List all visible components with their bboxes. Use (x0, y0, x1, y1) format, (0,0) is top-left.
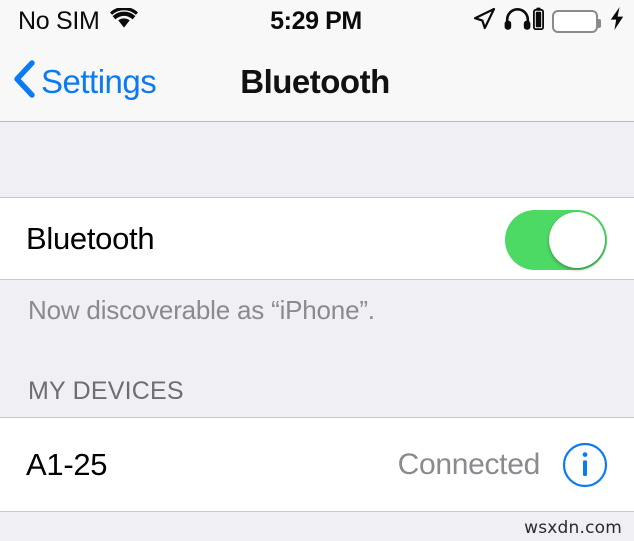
device-status-label: Connected (397, 447, 541, 481)
clock-label: 5:29 PM (270, 6, 362, 35)
bluetooth-toggle-row[interactable]: Bluetooth (0, 198, 634, 280)
chevron-left-icon (12, 59, 36, 104)
info-circle-icon[interactable] (562, 442, 608, 488)
discoverable-note: Now discoverable as “iPhone”. (0, 280, 634, 340)
battery-icon (552, 9, 601, 33)
back-button[interactable]: Settings (12, 42, 157, 121)
location-arrow-icon (472, 7, 496, 36)
device-row[interactable]: A1-25 Connected (0, 418, 634, 512)
my-devices-header-label: MY DEVICES (28, 377, 184, 405)
toggle-knob (549, 212, 605, 268)
watermark-label: wsxdn.com (524, 518, 622, 538)
discoverable-note-label: Now discoverable as “iPhone”. (28, 294, 375, 325)
headphones-icon (504, 7, 531, 36)
headphone-battery-icon (532, 7, 544, 35)
wifi-icon (109, 6, 138, 34)
status-bar-left-group: No SIM (18, 0, 138, 42)
iphone-bluetooth-settings-screen: No SIM 5:29 PM Settings Bluetooth Blueto… (0, 0, 634, 541)
navigation-bar: Settings Bluetooth (0, 42, 634, 122)
back-button-label: Settings (41, 63, 157, 100)
bluetooth-row-label: Bluetooth (26, 220, 155, 256)
section-gap-top (0, 122, 634, 198)
footer-area: wsxdn.com (0, 512, 634, 541)
status-bar-right-group (472, 0, 624, 42)
device-name-label: A1-25 (26, 446, 108, 482)
status-bar: No SIM 5:29 PM (0, 0, 634, 42)
charging-bolt-icon (610, 7, 624, 35)
carrier-label: No SIM (18, 6, 100, 35)
headphones-status-group (504, 7, 544, 36)
page-title-label: Bluetooth (240, 63, 390, 100)
my-devices-section-header: MY DEVICES (0, 340, 634, 418)
bluetooth-toggle-switch[interactable] (505, 210, 607, 270)
battery-nub (598, 18, 601, 28)
